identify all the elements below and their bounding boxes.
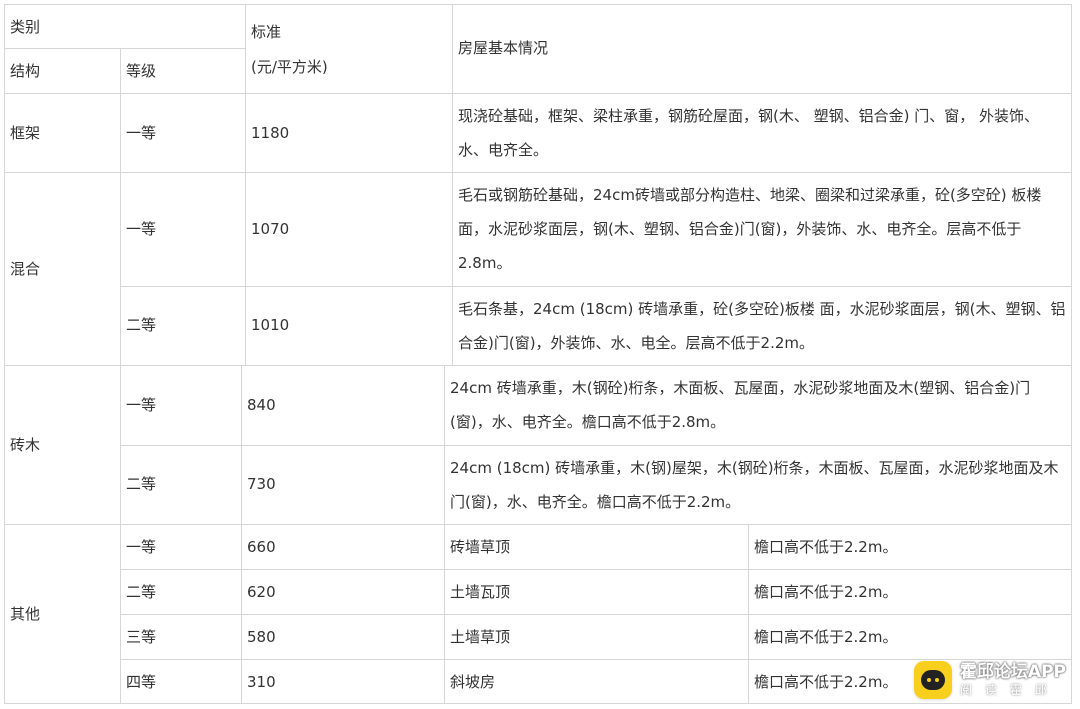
- grade-cell: 一等: [126, 220, 157, 238]
- app-watermark: 霍邱论坛APP 阅读霍邱: [913, 661, 1066, 699]
- divider: [4, 365, 1072, 366]
- price-cell: 1180: [251, 124, 290, 142]
- description-line: (窗)，水、电齐全。檐口高不低于2.8m。: [450, 413, 726, 431]
- grade-cell: 一等: [126, 124, 157, 142]
- grade-cell: 二等: [126, 316, 157, 334]
- divider: [120, 659, 1072, 660]
- structure-mixed: 混合: [10, 260, 41, 278]
- price-standard-table: 类别 结构 等级 标准 (元/平方米) 房屋基本情况 框架 一等 1180 现浇…: [0, 0, 1080, 709]
- grade-cell: 四等: [126, 673, 157, 691]
- note-cell: 檐口高不低于2.2m。: [754, 628, 898, 646]
- structure-frame: 框架: [10, 124, 41, 142]
- description-line: 现浇砼基础，框架、梁柱承重，钢筋砼屋面，钢(木、 塑钢、铝合金) 门、窗， 外装…: [458, 107, 1040, 125]
- grade-cell: 一等: [126, 538, 157, 556]
- header-grade: 等级: [126, 62, 157, 80]
- description-cell: 砖墙草顶: [450, 538, 511, 556]
- note-cell: 檐口高不低于2.2m。: [754, 538, 898, 556]
- grade-cell: 二等: [126, 475, 157, 493]
- price-cell: 620: [247, 583, 276, 601]
- header-category: 类别: [10, 18, 41, 36]
- description-cell: 土墙瓦顶: [450, 583, 511, 601]
- header-unit: (元/平方米): [251, 58, 328, 76]
- chat-bubble-icon: [913, 661, 952, 699]
- divider: [4, 524, 1072, 525]
- description-line: 面，水泥砂浆面层，钢(木、塑钢、铝合金)门(窗)，外装饰、水、电齐全。层高不低于: [458, 220, 1022, 238]
- description-cell: 土墙草顶: [450, 628, 511, 646]
- price-cell: 310: [247, 673, 276, 691]
- description-line: 2.8m。: [458, 254, 512, 272]
- header-structure: 结构: [10, 62, 41, 80]
- note-cell: 檐口高不低于2.2m。: [754, 673, 898, 691]
- header-standard: 标准: [251, 23, 282, 41]
- price-cell: 660: [247, 538, 276, 556]
- price-cell: 1010: [251, 316, 290, 334]
- price-cell: 1070: [251, 220, 290, 238]
- description-line: 合金)门(窗)，外装饰、水、电全。层高不低于2.2m。: [458, 334, 815, 352]
- watermark-subtitle: 阅读霍邱: [959, 683, 1060, 697]
- divider: [120, 614, 1072, 615]
- divider: [4, 48, 245, 49]
- structure-other: 其他: [10, 605, 41, 623]
- divider: [4, 172, 1072, 173]
- divider: [4, 93, 1072, 94]
- grade-cell: 三等: [126, 628, 157, 646]
- description-line: 毛石或钢筋砼基础，24cm砖墙或部分构造柱、地梁、圈梁和过梁承重，砼(多空砼) …: [458, 186, 1042, 204]
- watermark-title: 霍邱论坛APP: [959, 662, 1066, 682]
- note-cell: 檐口高不低于2.2m。: [754, 583, 898, 601]
- structure-brickwood: 砖木: [10, 436, 41, 454]
- price-cell: 730: [247, 475, 276, 493]
- price-cell: 580: [247, 628, 276, 646]
- description-line: 24cm (18cm) 砖墙承重，木(钢)屋架，木(钢砼)桁条，木面板、瓦屋面，…: [450, 459, 1059, 477]
- description-line: 24cm 砖墙承重，木(钢砼)桁条，木面板、瓦屋面，水泥砂浆地面及木(塑钢、铝合…: [450, 379, 1031, 397]
- divider: [120, 445, 1072, 446]
- grade-cell: 二等: [126, 583, 157, 601]
- grade-cell: 一等: [126, 396, 157, 414]
- description-line: 水、电齐全。: [458, 141, 549, 159]
- description-cell: 斜坡房: [450, 673, 496, 691]
- description-line: 毛石条基，24cm (18cm) 砖墙承重，砼(多空砼)板楼 面，水泥砂浆面层，…: [458, 300, 1066, 318]
- divider: [120, 569, 1072, 570]
- divider: [120, 286, 1072, 287]
- header-description: 房屋基本情况: [458, 39, 549, 57]
- description-line: 门(窗)，水、电齐全。檐口高不低于2.2m。: [450, 493, 741, 511]
- price-cell: 840: [247, 396, 276, 414]
